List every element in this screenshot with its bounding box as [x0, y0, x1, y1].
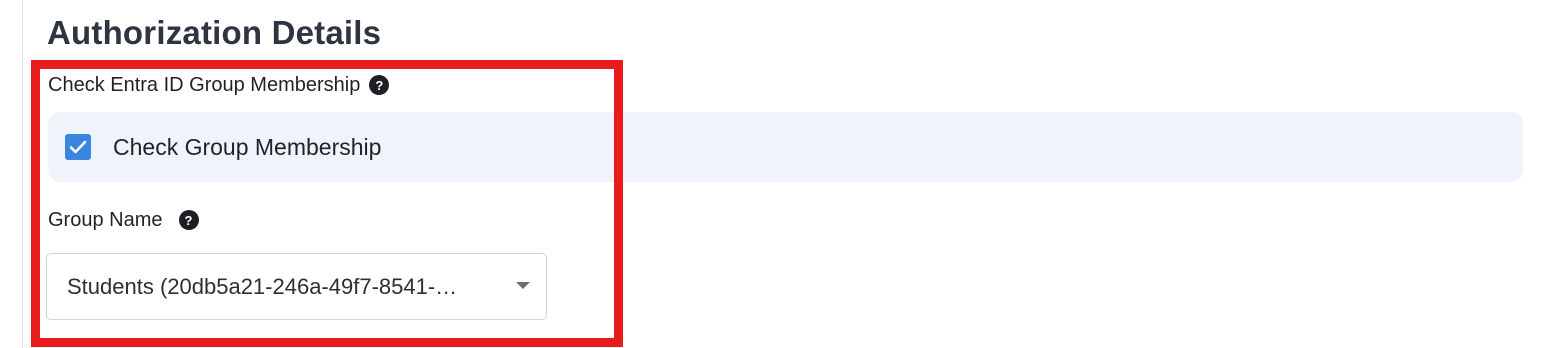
check-group-membership-checkbox[interactable]: [65, 134, 91, 160]
help-icon[interactable]: ?: [369, 75, 390, 95]
authorization-details-page: Authorization Details Check Entra ID Gro…: [0, 0, 1543, 348]
checkmark-icon: [69, 140, 87, 154]
help-icon[interactable]: ?: [178, 210, 199, 230]
check-group-membership-row[interactable]: Check Group Membership: [48, 112, 1523, 182]
group-name-label: Group Name ?: [48, 207, 199, 233]
section-title: Authorization Details: [47, 14, 382, 51]
left-divider: [22, 0, 23, 348]
check-group-membership-checkbox-label[interactable]: Check Group Membership: [113, 134, 381, 161]
group-name-label-text: Group Name: [48, 208, 163, 231]
dropdown-arrow-icon[interactable]: [516, 282, 530, 289]
check-group-membership-label-text: Check Entra ID Group Membership: [48, 73, 361, 96]
group-name-select[interactable]: Students (20db5a21-246a-49f7-8541-…: [46, 253, 547, 320]
check-group-membership-label: Check Entra ID Group Membership ?: [48, 72, 390, 98]
group-name-selected-value: Students (20db5a21-246a-49f7-8541-…: [67, 273, 458, 299]
